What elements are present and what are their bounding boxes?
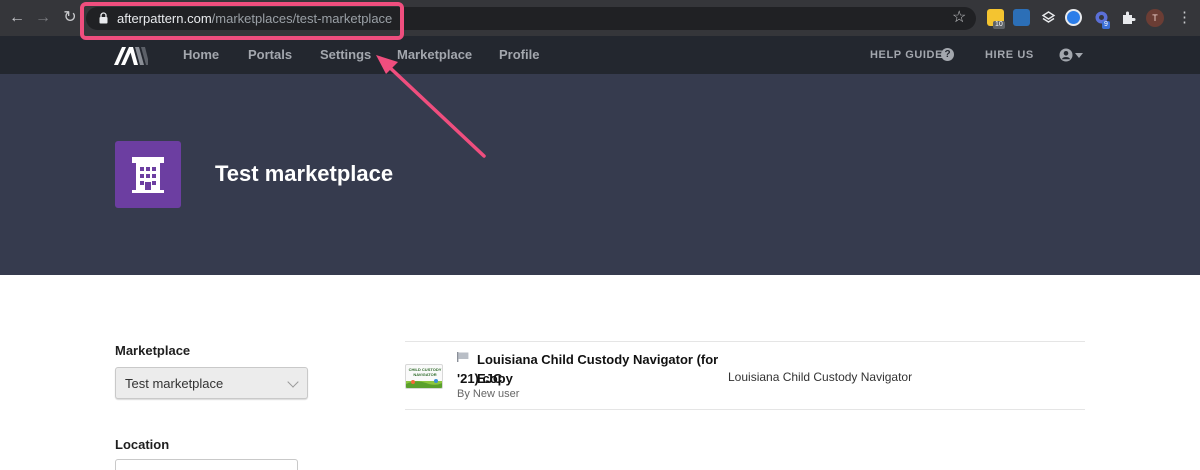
chevron-down-icon[interactable]	[1075, 53, 1083, 58]
page-title: Test marketplace	[215, 161, 394, 186]
extension-layers-icon[interactable]	[1040, 9, 1057, 26]
location-field[interactable]	[115, 459, 298, 470]
marketplace-select[interactable]: Test marketplace	[115, 367, 308, 399]
nav-profile[interactable]: Profile	[499, 47, 539, 63]
marketplace-label: Marketplace	[115, 343, 191, 358]
forward-arrow-icon[interactable]: →	[33, 8, 53, 28]
listing-thumbnail[interactable]: CHILD CUSTODY NAVIGATOR	[405, 364, 443, 389]
help-question-icon[interactable]: ?	[941, 48, 954, 61]
extension-s-icon[interactable]	[1013, 9, 1030, 26]
extension-circle-inner-icon	[1067, 11, 1080, 24]
marketplace-select-value: Test marketplace	[125, 376, 224, 391]
chevron-down-icon	[287, 376, 299, 388]
listing-source: Louisiana Child Custody Navigator	[728, 370, 913, 384]
nav-marketplace[interactable]: Marketplace	[397, 47, 472, 63]
profile-avatar[interactable]: T	[1146, 9, 1164, 27]
extension-badge: 10	[993, 21, 1005, 29]
row-divider	[405, 341, 1085, 342]
nav-portals[interactable]: Portals	[248, 47, 292, 63]
folder-flag-icon	[457, 352, 469, 362]
listing-title-continued[interactable]: '21) copy	[457, 369, 513, 388]
row-divider	[405, 409, 1085, 410]
back-arrow-icon[interactable]: ←	[7, 8, 27, 28]
puzzle-icon[interactable]	[1120, 9, 1137, 26]
help-guide-link[interactable]: HELP GUIDE	[870, 48, 943, 62]
user-account-icon[interactable]	[1059, 48, 1073, 62]
building-icon	[132, 157, 164, 193]
afterpattern-logo[interactable]	[114, 47, 148, 65]
bookmark-star-icon[interactable]: ☆	[952, 8, 966, 28]
nav-settings[interactable]: Settings	[320, 47, 371, 63]
location-label: Location	[115, 437, 170, 452]
thumbnail-caption: CHILD CUSTODY NAVIGATOR	[408, 367, 442, 377]
listing-author: By New user	[457, 388, 520, 400]
nav-home[interactable]: Home	[183, 47, 219, 63]
more-menu-icon[interactable]: ⋮	[1177, 8, 1192, 28]
listing-title[interactable]: Louisiana Child Custody Navigator (for E…	[477, 350, 727, 388]
hire-us-link[interactable]: HIRE US	[985, 48, 1034, 62]
url-highlight-annotation	[80, 2, 404, 40]
extension-badge: 9	[1102, 21, 1110, 29]
reload-icon[interactable]: ↻	[60, 8, 80, 28]
